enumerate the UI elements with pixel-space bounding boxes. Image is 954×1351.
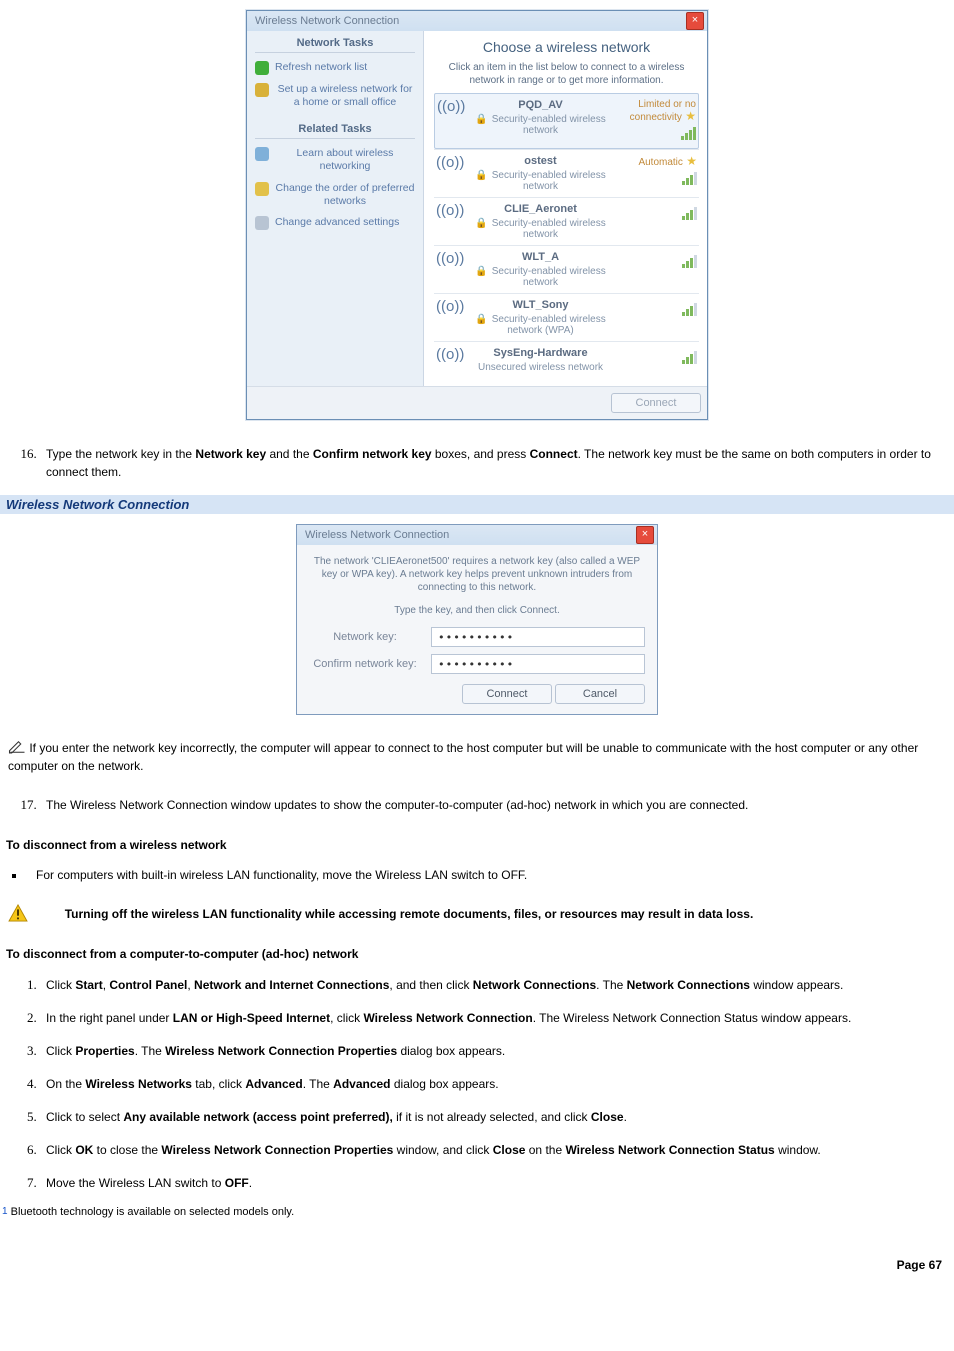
note-icon bbox=[8, 740, 26, 754]
network-item[interactable]: ((ο)) WLT_A 🔒Security-enabled wireless net… bbox=[434, 245, 699, 293]
pane-heading: Choose a wireless network bbox=[434, 39, 699, 55]
home-network-icon bbox=[255, 83, 269, 97]
signal-bars-icon bbox=[682, 254, 697, 268]
confirm-key-label: Confirm network key: bbox=[309, 658, 421, 670]
signal-bars-icon bbox=[682, 350, 697, 364]
window-title: Wireless Network Connection bbox=[255, 15, 399, 27]
step-17: The Wireless Network Connection window u… bbox=[40, 795, 954, 814]
dialog-cancel-button[interactable]: Cancel bbox=[555, 684, 645, 704]
network-security: Unsecured wireless network bbox=[464, 362, 617, 373]
network-security: 🔒Security-enabled wireless network bbox=[464, 218, 617, 240]
network-ssid: ostest bbox=[464, 155, 617, 167]
warning-icon bbox=[8, 904, 28, 922]
network-list-pane: Choose a wireless network Click an item … bbox=[424, 31, 707, 386]
network-key-label: Network key: bbox=[309, 631, 421, 643]
sidebar-refresh[interactable]: Refresh network list bbox=[255, 61, 415, 75]
network-item[interactable]: ((ο)) SysEng-Hardware Unsecured wireless n… bbox=[434, 341, 699, 378]
wifi-icon: ((ο)) bbox=[436, 155, 460, 192]
signal-bars-icon bbox=[682, 171, 697, 185]
section-heading: Wireless Network Connection bbox=[0, 495, 954, 514]
dialog-instruction: Type the key, and then click Connect. bbox=[309, 604, 645, 617]
network-status: Limited or no connectivity ★ bbox=[620, 99, 696, 123]
network-item[interactable]: ((ο)) WLT_Sony 🔒Security-enabled wireless … bbox=[434, 293, 699, 341]
signal-bars-icon bbox=[682, 206, 697, 220]
network-security: 🔒Security-enabled wireless network (WPA) bbox=[464, 314, 617, 336]
note-wrong-key: If you enter the network key incorrectly… bbox=[8, 739, 946, 775]
pane-help: Click an item in the list below to conne… bbox=[434, 61, 699, 87]
close-icon[interactable]: × bbox=[636, 526, 654, 544]
disconnect-bullet: For computers with built-in wireless LAN… bbox=[26, 866, 954, 884]
favorite-star-icon: ★ bbox=[682, 109, 696, 123]
wifi-icon: ((ο)) bbox=[437, 99, 461, 143]
network-security: 🔒Security-enabled wireless network bbox=[464, 170, 617, 192]
close-icon[interactable]: × bbox=[686, 12, 704, 30]
wifi-icon: ((ο)) bbox=[436, 299, 460, 336]
gear-icon bbox=[255, 216, 269, 230]
page-number: Page 67 bbox=[0, 1258, 942, 1272]
adhoc-step-7: Move the Wireless LAN switch to OFF. bbox=[40, 1173, 954, 1192]
xp-window: Wireless Network Connection × Network Ta… bbox=[246, 10, 708, 420]
wifi-icon: ((ο)) bbox=[436, 251, 460, 288]
confirm-key-input[interactable]: •••••••••• bbox=[431, 654, 645, 674]
lock-icon: 🔒 bbox=[475, 266, 487, 277]
refresh-icon bbox=[255, 61, 269, 75]
network-ssid: SysEng-Hardware bbox=[464, 347, 617, 359]
network-ssid: PQD_AV bbox=[465, 99, 616, 111]
footnote: 1 Bluetooth technology is available on s… bbox=[2, 1206, 954, 1218]
sidebar-advanced[interactable]: Change advanced settings bbox=[255, 216, 415, 230]
network-item[interactable]: ((ο)) ostest 🔒Security-enabled wireless ne… bbox=[434, 149, 699, 197]
info-icon bbox=[255, 147, 269, 161]
heading-adhoc-disconnect: To disconnect from a computer-to-compute… bbox=[6, 947, 954, 961]
adhoc-step-2: In the right panel under LAN or High-Spe… bbox=[40, 1008, 954, 1027]
network-item[interactable]: ((ο)) CLIE_Aeronet 🔒Security-enabled wirel… bbox=[434, 197, 699, 245]
sidebar-change-order[interactable]: Change the order of preferred networks bbox=[255, 182, 415, 208]
network-status: Automatic ★ bbox=[621, 155, 697, 168]
adhoc-step-5: Click to select Any available network (a… bbox=[40, 1107, 954, 1126]
dialog-title: Wireless Network Connection bbox=[305, 529, 449, 541]
window-titlebar: Wireless Network Connection × bbox=[247, 11, 707, 31]
wifi-icon: ((ο)) bbox=[436, 203, 460, 240]
network-ssid: WLT_A bbox=[464, 251, 617, 263]
adhoc-step-4: On the Wireless Networks tab, click Adva… bbox=[40, 1074, 954, 1093]
network-ssid: WLT_Sony bbox=[464, 299, 617, 311]
wifi-icon: ((ο)) bbox=[436, 347, 460, 373]
dialog-help: The network 'CLIEAeronet500' requires a … bbox=[309, 555, 645, 594]
sidebar-learn[interactable]: Learn about wireless networking bbox=[255, 147, 415, 173]
signal-bars-icon bbox=[682, 302, 697, 316]
sidebar-setup-network[interactable]: Set up a wireless network for a home or … bbox=[255, 83, 415, 109]
network-key-input[interactable]: •••••••••• bbox=[431, 627, 645, 647]
network-item[interactable]: ((ο)) PQD_AV 🔒Security-enabled wireless ne… bbox=[434, 93, 699, 149]
connect-button[interactable]: Connect bbox=[611, 393, 701, 413]
dialog-connect-button[interactable]: Connect bbox=[462, 684, 552, 704]
network-ssid: CLIE_Aeronet bbox=[464, 203, 617, 215]
window-footer: Connect bbox=[247, 386, 707, 419]
sidebar-heading-tasks: Network Tasks bbox=[255, 37, 415, 53]
warning-data-loss: Turning off the wireless LAN functionali… bbox=[8, 904, 946, 923]
step-16: Type the network key in the Network key … bbox=[40, 444, 954, 481]
figure-key-dialog: Wireless Network Connection × The networ… bbox=[0, 524, 954, 715]
signal-bars-icon bbox=[681, 126, 696, 140]
heading-disconnect: To disconnect from a wireless network bbox=[6, 838, 954, 852]
dialog-titlebar: Wireless Network Connection × bbox=[297, 525, 657, 545]
network-list: ((ο)) PQD_AV 🔒Security-enabled wireless ne… bbox=[434, 93, 699, 378]
key-dialog: Wireless Network Connection × The networ… bbox=[296, 524, 658, 715]
lock-icon: 🔒 bbox=[475, 218, 487, 229]
favorite-star-icon: ★ bbox=[683, 154, 697, 168]
adhoc-step-3: Click Properties. The Wireless Network C… bbox=[40, 1041, 954, 1060]
adhoc-step-6: Click OK to close the Wireless Network C… bbox=[40, 1140, 954, 1159]
adhoc-step-1: Click Start, Control Panel, Network and … bbox=[40, 975, 954, 994]
network-security: 🔒Security-enabled wireless network bbox=[465, 114, 616, 136]
lock-icon: 🔒 bbox=[475, 314, 487, 325]
sidebar: Network Tasks Refresh network list Set u… bbox=[247, 31, 424, 386]
lock-icon: 🔒 bbox=[475, 170, 487, 181]
lock-icon: 🔒 bbox=[475, 114, 487, 125]
sidebar-heading-related: Related Tasks bbox=[255, 123, 415, 139]
star-icon bbox=[255, 182, 269, 196]
network-security: 🔒Security-enabled wireless network bbox=[464, 266, 617, 288]
figure-choose-network: Wireless Network Connection × Network Ta… bbox=[0, 10, 954, 420]
